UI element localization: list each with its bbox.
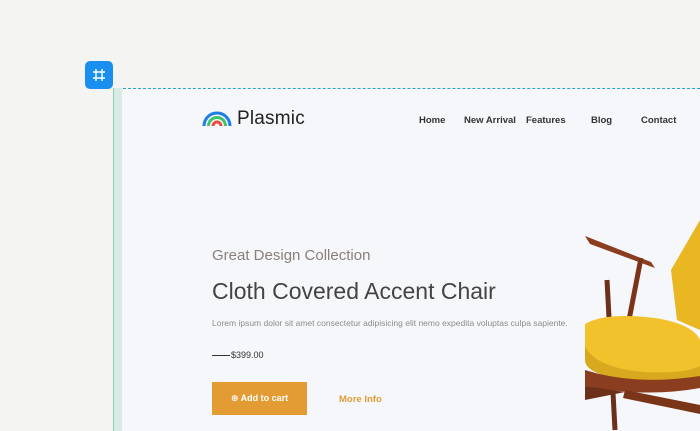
nav-blog[interactable]: Blog [591, 115, 612, 126]
frame-icon [93, 69, 105, 81]
nav-new-arrival[interactable]: New Arrival [464, 115, 516, 126]
nav-home[interactable]: Home [419, 115, 445, 126]
nav-contact[interactable]: Contact [641, 115, 676, 126]
brand-name: Plasmic [237, 108, 305, 129]
add-to-cart-button[interactable]: ⊕ Add to cart [212, 382, 307, 415]
price-value: $399.00 [231, 350, 264, 360]
chair-image [585, 220, 700, 431]
frame-resize-rail[interactable] [113, 88, 122, 431]
hero-title: Cloth Covered Accent Chair [212, 278, 496, 304]
page-canvas: Plasmic Home New Arrival Features Blog C… [122, 89, 700, 431]
brand-logo[interactable]: Plasmic [202, 108, 305, 130]
price-dash [212, 354, 230, 356]
frame-tool-button[interactable] [85, 61, 113, 89]
nav-features[interactable]: Features [526, 115, 566, 126]
hero-description: Lorem ipsum dolor sit amet consectetur a… [212, 318, 568, 328]
rainbow-logo-icon [202, 111, 232, 127]
hero-subtitle: Great Design Collection [212, 247, 371, 264]
more-info-link[interactable]: More Info [339, 394, 382, 405]
price-row: $399.00 [212, 350, 264, 360]
